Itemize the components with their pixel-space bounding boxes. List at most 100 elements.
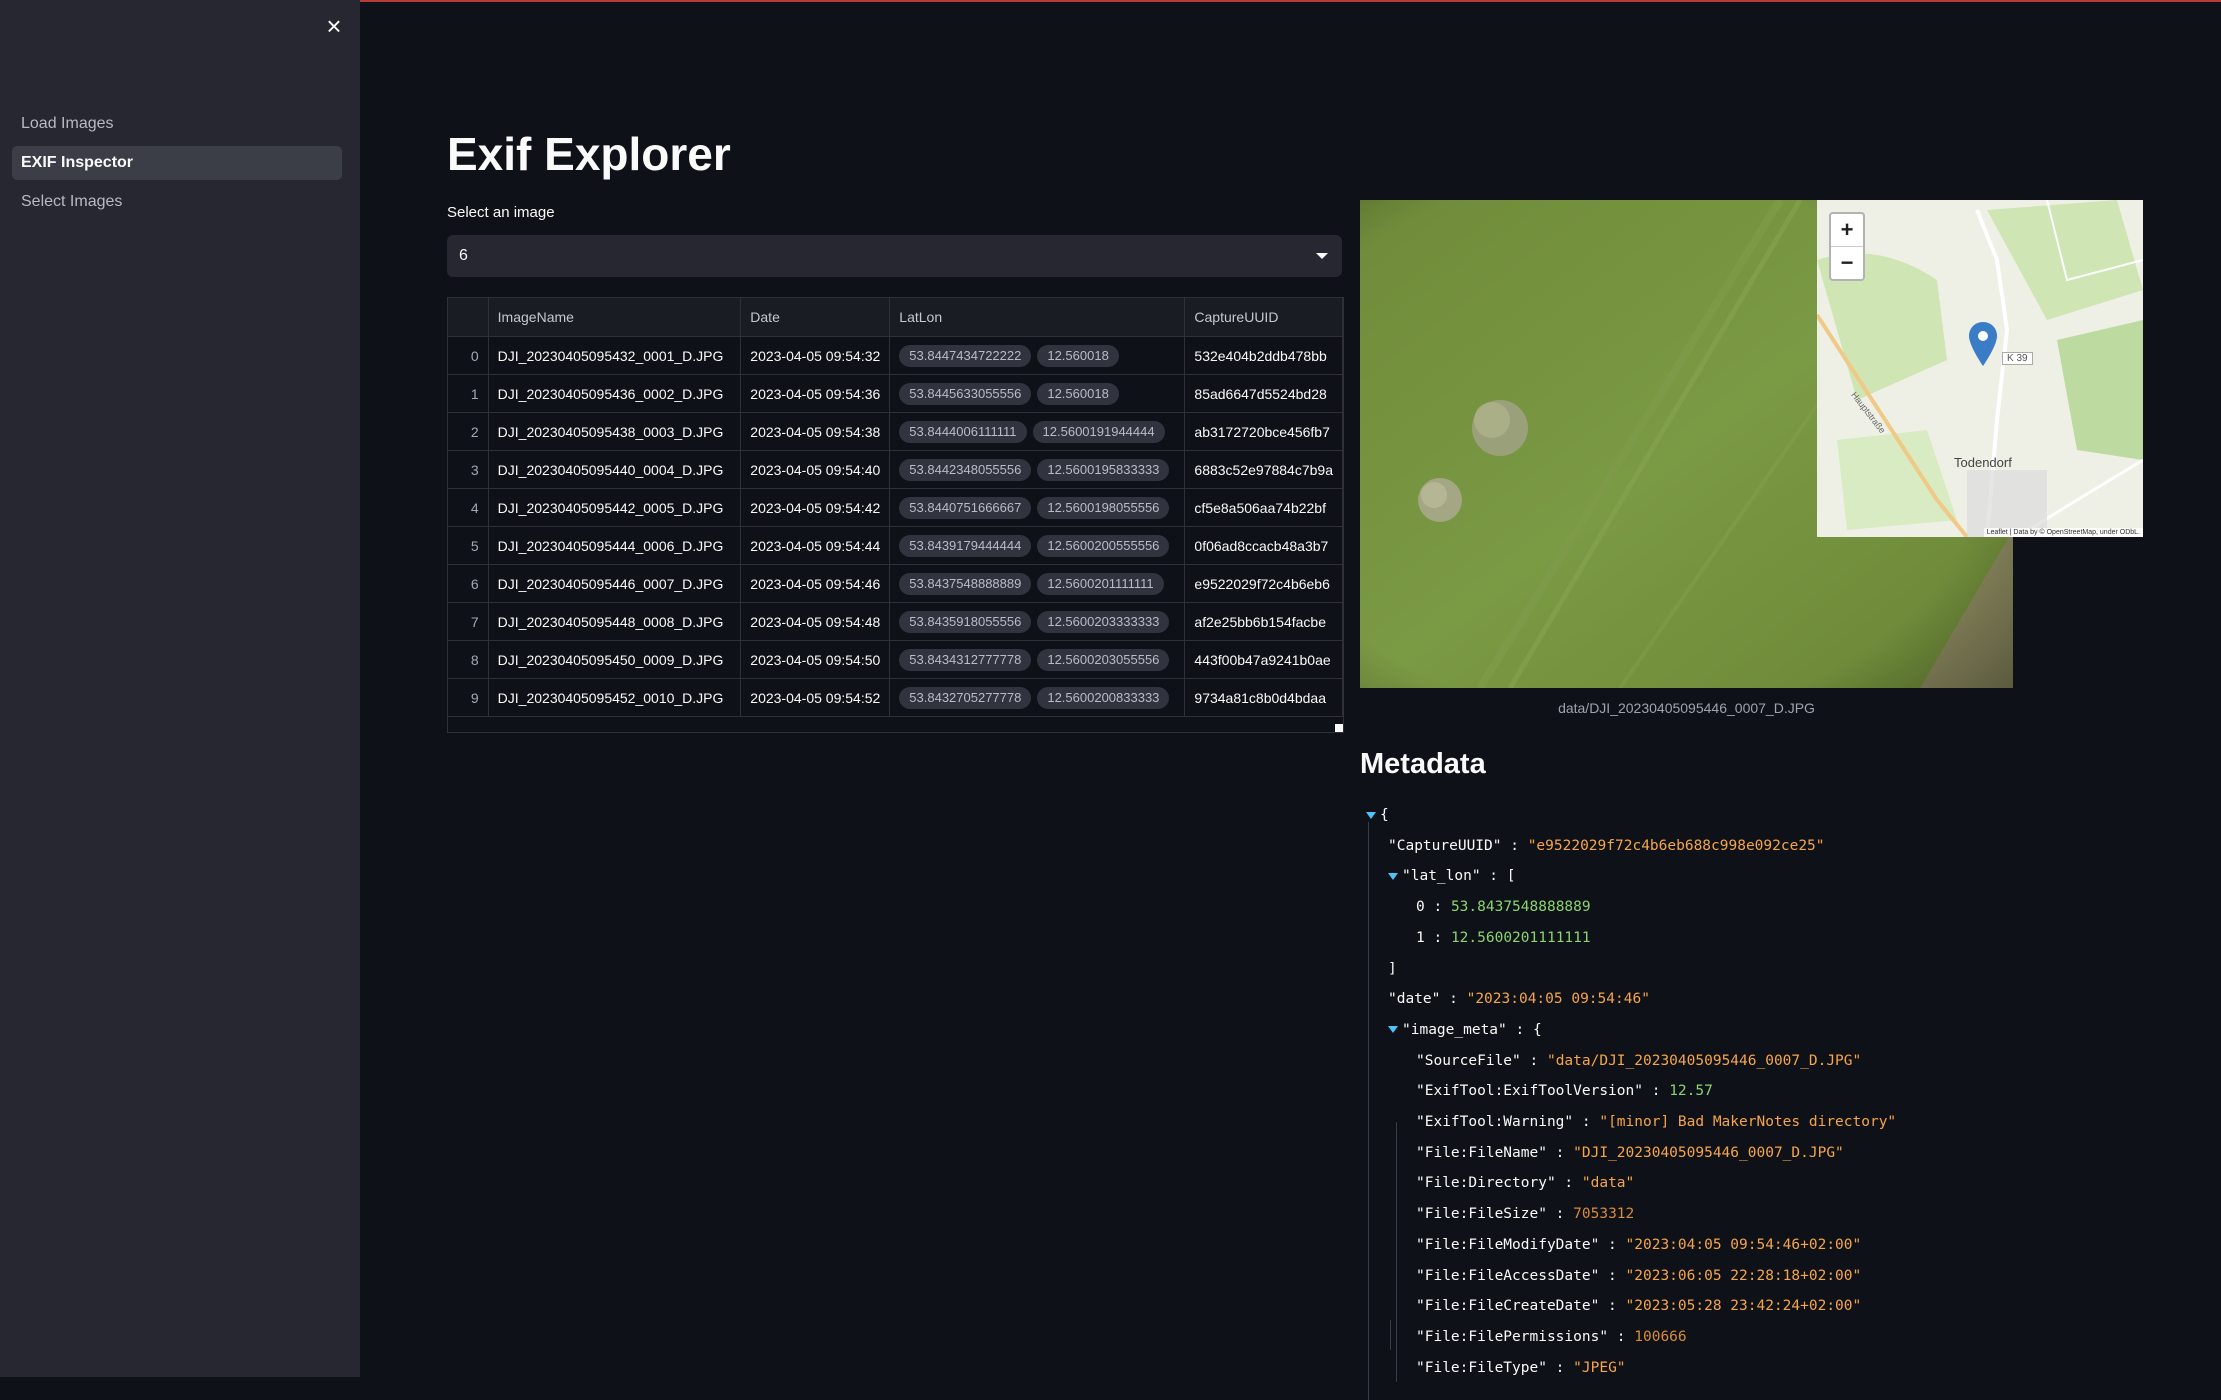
sidebar-item-select-images[interactable]: Select Images — [12, 185, 342, 219]
json-value: 53.8437548888889 — [1450, 899, 1591, 916]
column-header-latlon[interactable]: LatLon — [889, 298, 1186, 337]
cell-imagename[interactable]: DJI_20230405095438_0003_D.JPG — [488, 412, 742, 451]
json-key: "ExifTool:Warning" — [1416, 1114, 1574, 1130]
cell-date[interactable]: 2023-04-05 09:54:52 — [740, 678, 891, 717]
lon-chip: 12.5600201111111 — [1037, 572, 1164, 595]
chevron-down-icon — [1316, 253, 1328, 259]
cell-captureuuid[interactable]: 85ad6647d5524bd28 — [1184, 374, 1343, 413]
sidebar-item-exif-inspector[interactable]: EXIF Inspector — [12, 146, 342, 180]
cell-latlon[interactable]: 53.8440751666667 12.5600198055556 — [889, 488, 1186, 527]
cell-captureuuid[interactable]: 9734a81c8b0d4bdaa — [1184, 678, 1343, 717]
cell-captureuuid[interactable]: 532e404b2ddb478bb — [1184, 336, 1343, 375]
json-line: "ExifTool:Warning" : "[minor] Bad MakerN… — [1416, 1114, 1897, 1130]
json-line: "File:FileCreateDate" : "2023:05:28 23:4… — [1416, 1298, 1862, 1315]
table-row[interactable]: 3 DJI_20230405095440_0004_D.JPG 2023-04-05… — [448, 450, 1343, 489]
json-line: "File:FilePermissions" : 100666 — [1416, 1328, 1687, 1345]
row-index: 0 — [448, 336, 489, 375]
column-header-imagename[interactable]: ImageName — [488, 298, 742, 337]
cell-latlon[interactable]: 53.8444006111111 12.5600191944444 — [889, 412, 1186, 451]
json-indent-guide — [1396, 1122, 1397, 1382]
page-title: Exif Explorer — [447, 128, 731, 180]
cell-imagename[interactable]: DJI_20230405095448_0008_D.JPG — [488, 602, 742, 641]
json-toggle-icon[interactable] — [1366, 811, 1376, 819]
json-line: "File:FileSize" : 7053312 — [1416, 1206, 1635, 1223]
cell-date[interactable]: 2023-04-05 09:54:42 — [740, 488, 891, 527]
column-header-index[interactable] — [448, 298, 489, 337]
lon-chip: 12.5600203055556 — [1037, 648, 1170, 671]
cell-imagename[interactable]: DJI_20230405095436_0002_D.JPG — [488, 374, 742, 413]
cell-latlon[interactable]: 53.8437548888889 12.5600201111111 — [889, 564, 1186, 603]
table-row[interactable]: 2 DJI_20230405095438_0003_D.JPG 2023-04-05… — [448, 412, 1343, 451]
map[interactable]: + − K 39 Hauptstraße Todendorf Leaflet |… — [1817, 200, 2143, 537]
select-label: Select an image — [447, 204, 555, 221]
cell-date[interactable]: 2023-04-05 09:54:44 — [740, 526, 891, 565]
json-line: "File:FileModifyDate" : "2023:04:05 09:5… — [1416, 1236, 1862, 1253]
cell-captureuuid[interactable]: 443f00b47a9241b0ae — [1184, 640, 1343, 679]
cell-latlon[interactable]: 53.8439179444444 12.5600200555556 — [889, 526, 1186, 565]
cell-date[interactable]: 2023-04-05 09:54:46 — [740, 564, 891, 603]
json-indent-guide — [1390, 1320, 1391, 1350]
json-value: "[minor] Bad MakerNotes directory" — [1599, 1114, 1897, 1130]
column-header-captureuuid[interactable]: CaptureUUID — [1184, 298, 1343, 337]
zoom-out-icon[interactable]: − — [1831, 246, 1863, 279]
cell-captureuuid[interactable]: 6883c52e97884c7b9a — [1184, 450, 1343, 489]
cell-date[interactable]: 2023-04-05 09:54:48 — [740, 602, 891, 641]
json-line[interactable]: { — [1366, 800, 1389, 831]
table-row[interactable]: 7 DJI_20230405095448_0008_D.JPG 2023-04-05… — [448, 602, 1343, 641]
table-row[interactable]: 0 DJI_20230405095432_0001_D.JPG 2023-04-05… — [448, 336, 1343, 375]
image-select[interactable]: 6 — [447, 235, 1342, 277]
sidebar-item-load-images[interactable]: Load Images — [12, 107, 342, 141]
cell-imagename[interactable]: DJI_20230405095446_0007_D.JPG — [488, 564, 742, 603]
table-resize-handle[interactable] — [1335, 724, 1343, 732]
table-row[interactable]: 4 DJI_20230405095442_0005_D.JPG 2023-04-05… — [448, 488, 1343, 527]
json-line[interactable]: "lat_lon" : [ — [1388, 861, 1516, 892]
cell-imagename[interactable]: DJI_20230405095444_0006_D.JPG — [488, 526, 742, 565]
cell-captureuuid[interactable]: e9522029f72c4b6eb6 — [1184, 564, 1343, 603]
cell-date[interactable]: 2023-04-05 09:54:36 — [740, 374, 891, 413]
json-value: "data/DJI_20230405095446_0007_D.JPG" — [1546, 1052, 1862, 1069]
json-key: "File:FileModifyDate" — [1416, 1236, 1600, 1253]
cell-imagename[interactable]: DJI_20230405095432_0001_D.JPG — [488, 336, 742, 375]
cell-latlon[interactable]: 53.8445633055556 12.560018 — [889, 374, 1186, 413]
table-row[interactable]: 9 DJI_20230405095452_0010_D.JPG 2023-04-05… — [448, 678, 1343, 717]
map-attribution[interactable]: Leaflet | Data by © OpenStreetMap, under… — [1983, 528, 2143, 537]
cell-captureuuid[interactable]: 0f06ad8ccacb48a3b7 — [1184, 526, 1343, 565]
lat-chip: 53.8444006111111 — [899, 420, 1027, 443]
cell-date[interactable]: 2023-04-05 09:54:50 — [740, 640, 891, 679]
json-value: 7053312 — [1573, 1206, 1635, 1223]
json-line[interactable]: "image_meta" : { — [1388, 1015, 1542, 1046]
cell-latlon[interactable]: 53.8432705277778 12.5600200833333 — [889, 678, 1186, 717]
cell-captureuuid[interactable]: af2e25bb6b154facbe — [1184, 602, 1343, 641]
data-table[interactable]: ImageName Date LatLon CaptureUUID 0 DJI_2… — [447, 297, 1344, 733]
cell-captureuuid[interactable]: cf5e8a506aa74b22bf — [1184, 488, 1343, 527]
sidebar: × Load Images EXIF Inspector Select Imag… — [0, 0, 360, 1377]
json-key: "File:FileSize" — [1416, 1206, 1547, 1223]
table-row[interactable]: 1 DJI_20230405095436_0002_D.JPG 2023-04-05… — [448, 374, 1343, 413]
cell-captureuuid[interactable]: ab3172720bce456fb7 — [1184, 412, 1343, 451]
column-header-date[interactable]: Date — [740, 298, 891, 337]
json-value: "e9522029f72c4b6eb688c998e092ce25" — [1527, 837, 1825, 854]
map-marker-icon[interactable] — [1969, 322, 1997, 366]
table-row[interactable]: 5 DJI_20230405095444_0006_D.JPG 2023-04-05… — [448, 526, 1343, 565]
cell-date[interactable]: 2023-04-05 09:54:38 — [740, 412, 891, 451]
cell-latlon[interactable]: 53.8447434722222 12.560018 — [889, 336, 1186, 375]
cell-date[interactable]: 2023-04-05 09:54:40 — [740, 450, 891, 489]
cell-latlon[interactable]: 53.8442348055556 12.5600195833333 — [889, 450, 1186, 489]
json-toggle-icon[interactable] — [1388, 1026, 1398, 1034]
table-row[interactable]: 6 DJI_20230405095446_0007_D.JPG 2023-04-05… — [448, 564, 1343, 603]
cell-imagename[interactable]: DJI_20230405095440_0004_D.JPG — [488, 450, 742, 489]
cell-imagename[interactable]: DJI_20230405095452_0010_D.JPG — [488, 678, 742, 717]
cell-imagename[interactable]: DJI_20230405095450_0009_D.JPG — [488, 640, 742, 679]
cell-latlon[interactable]: 53.8434312777778 12.5600203055556 — [889, 640, 1186, 679]
cell-date[interactable]: 2023-04-05 09:54:32 — [740, 336, 891, 375]
cell-latlon[interactable]: 53.8435918055556 12.5600203333333 — [889, 602, 1186, 641]
close-icon[interactable]: × — [318, 10, 350, 42]
cell-imagename[interactable]: DJI_20230405095442_0005_D.JPG — [488, 488, 742, 527]
table-row[interactable]: 8 DJI_20230405095450_0009_D.JPG 2023-04-05… — [448, 640, 1343, 679]
json-line: "File:FileName" : "DJI_20230405095446_00… — [1416, 1144, 1844, 1161]
zoom-in-icon[interactable]: + — [1831, 214, 1863, 246]
lon-chip: 12.5600195833333 — [1037, 458, 1170, 481]
lat-chip: 53.8447434722222 — [899, 344, 1032, 367]
json-toggle-icon[interactable] — [1388, 872, 1398, 880]
json-key: "SourceFile" — [1416, 1052, 1521, 1069]
